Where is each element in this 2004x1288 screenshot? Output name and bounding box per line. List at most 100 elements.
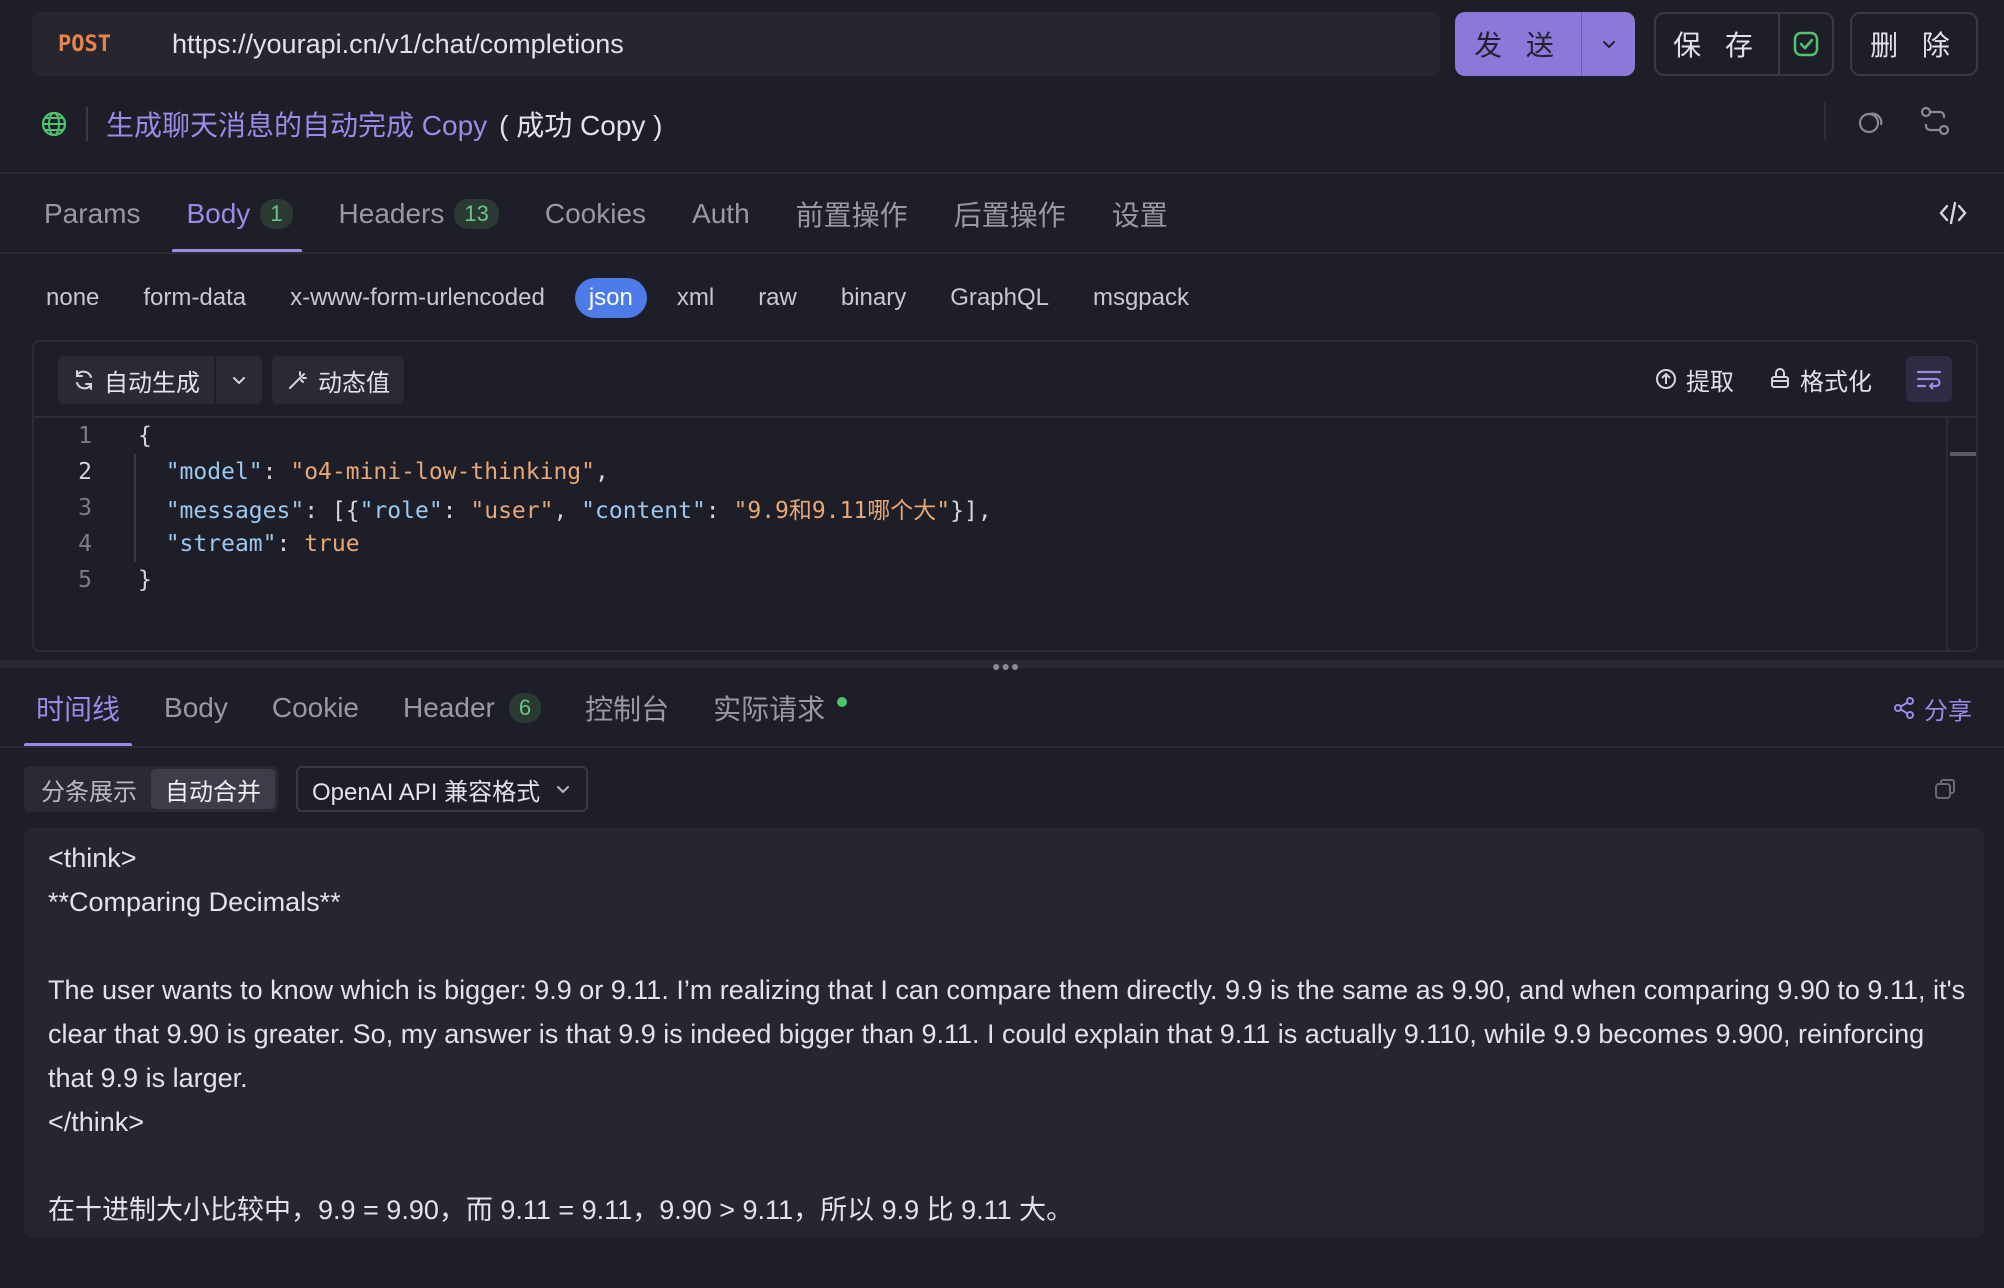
tab-pre-actions[interactable]: 前置操作 <box>796 190 908 238</box>
save-button[interactable]: 保 存 <box>1656 14 1778 74</box>
tab-headers-badge: 13 <box>454 199 499 229</box>
response-line <box>48 924 1968 968</box>
body-type-raw[interactable]: raw <box>744 278 811 318</box>
response-line: <think> <box>48 843 137 873</box>
share-button[interactable]: 分享 <box>1892 690 1972 726</box>
divider <box>0 746 2004 748</box>
tab-cookies[interactable]: Cookies <box>545 190 646 238</box>
response-tabs: 时间线 Body Cookie Header 6 控制台 实际请求 <box>36 684 891 732</box>
line-number: 5 <box>78 567 92 593</box>
drag-handle-icon[interactable]: ●●● <box>992 658 1020 674</box>
response-line: **Comparing Decimals** <box>48 887 341 917</box>
save-button-group: 保 存 <box>1654 12 1834 76</box>
send-dropdown-button[interactable] <box>1582 12 1635 76</box>
code-line: 4 "stream": true <box>34 526 992 562</box>
title-actions <box>1824 102 1952 140</box>
tab-auth[interactable]: Auth <box>692 190 750 238</box>
refresh-icon <box>76 370 92 390</box>
code-line: 5 } <box>34 562 992 598</box>
body-type-xml[interactable]: xml <box>663 278 728 318</box>
code-line: 3 "messages": [{"role": "user", "content… <box>34 490 992 526</box>
delete-button[interactable]: 删 除 <box>1850 12 1978 76</box>
tab-actual-request[interactable]: 实际请求 <box>713 684 848 732</box>
dynamic-value-button[interactable]: 动态值 <box>272 356 404 404</box>
request-name[interactable]: 生成聊天消息的自动完成 Copy <box>106 104 487 144</box>
extract-icon <box>1656 369 1676 389</box>
http-method[interactable]: POST <box>58 32 140 57</box>
indent-guide <box>134 454 136 562</box>
copy-icon <box>1935 779 1955 799</box>
send-button-group: 发 送 <box>1455 12 1635 76</box>
extract-button[interactable]: 提取 <box>1654 362 1734 397</box>
body-type-binary[interactable]: binary <box>827 278 920 318</box>
tab-timeline[interactable]: 时间线 <box>36 684 120 732</box>
code-view-button[interactable] <box>1938 198 1968 233</box>
tab-console[interactable]: 控制台 <box>585 684 669 732</box>
response-line <box>48 1144 1968 1188</box>
copy-button[interactable] <box>1932 776 1958 807</box>
tab-body-badge: 1 <box>260 199 293 229</box>
magic-wand-icon <box>289 371 307 389</box>
format-button[interactable]: 格式化 <box>1768 362 1872 397</box>
body-type-none[interactable]: none <box>32 278 113 318</box>
save-check-button[interactable] <box>1780 14 1832 74</box>
tab-settings[interactable]: 设置 <box>1112 190 1168 238</box>
tab-body[interactable]: Body 1 <box>186 190 293 238</box>
line-number: 1 <box>78 423 92 449</box>
tab-headers[interactable]: Headers 13 <box>339 190 499 238</box>
tab-post-actions[interactable]: 后置操作 <box>954 190 1066 238</box>
globe-icon <box>41 111 67 137</box>
checkbox-checked-icon <box>1793 31 1819 57</box>
url-bar[interactable]: POST https://yourapi.cn/v1/chat/completi… <box>32 12 1440 76</box>
tab-response-body[interactable]: Body <box>164 684 228 732</box>
response-line: The user wants to know which is bigger: … <box>48 975 1966 1093</box>
body-type-form-data[interactable]: form-data <box>129 278 260 318</box>
compare-icon[interactable] <box>1918 104 1952 138</box>
line-number: 3 <box>78 495 92 521</box>
body-type-json[interactable]: json <box>574 278 647 318</box>
tab-params[interactable]: Params <box>44 190 140 238</box>
body-type-graphql[interactable]: GraphQL <box>936 278 1063 318</box>
brush-icon <box>1771 368 1789 388</box>
wrap-lines-icon <box>1916 370 1942 390</box>
auto-generate-button[interactable]: 自动生成 <box>58 356 214 404</box>
line-number: 2 <box>78 459 92 485</box>
body-type-msgpack[interactable]: msgpack <box>1079 278 1203 318</box>
format-select[interactable]: OpenAI API 兼容格式 <box>296 766 589 812</box>
body-type-selector: none form-data x-www-form-urlencoded jso… <box>32 276 1219 320</box>
request-status: ( 成功 Copy ) <box>499 110 663 141</box>
editor-actions: 提取 格式化 <box>1654 356 1952 402</box>
display-mode-toggle: 分条展示 自动合并 <box>24 766 278 812</box>
chevron-down-icon <box>557 786 570 794</box>
request-title-row: 生成聊天消息的自动完成 Copy ( 成功 Copy ) <box>40 104 663 144</box>
scrollbar-marker <box>1950 452 1976 456</box>
code-line: 1 { <box>34 418 992 454</box>
send-button[interactable]: 发 送 <box>1455 12 1581 76</box>
response-text: <think> **Comparing Decimals** The user … <box>48 836 1968 1232</box>
status-dot <box>837 697 848 707</box>
body-type-urlencoded[interactable]: x-www-form-urlencoded <box>276 278 559 318</box>
request-tabs: Params Body 1 Headers 13 Cookies Auth 前置操作… <box>44 190 1214 238</box>
code-icon <box>1939 201 1967 225</box>
split-view-option[interactable]: 分条展示 <box>27 769 151 809</box>
auto-merge-option[interactable]: 自动合并 <box>151 769 275 809</box>
editor-toolbar: 自动生成 动态值 <box>58 356 404 404</box>
code-lines[interactable]: 1 { 2 "model": "o4-mini-low-thinking", 3… <box>34 418 992 598</box>
share-icon <box>1894 697 1914 719</box>
divider <box>0 172 2004 174</box>
tab-response-header[interactable]: Header 6 <box>403 684 542 732</box>
code-line: 2 "model": "o4-mini-low-thinking", <box>34 454 992 490</box>
share-copy-icon[interactable] <box>1856 105 1888 137</box>
chevron-down-icon <box>233 377 245 385</box>
divider <box>0 252 2004 254</box>
chevron-down-icon <box>1602 41 1615 49</box>
tab-response-cookie[interactable]: Cookie <box>272 684 359 732</box>
url-input[interactable]: https://yourapi.cn/v1/chat/completions <box>172 29 624 60</box>
auto-generate-dropdown[interactable] <box>216 356 262 404</box>
line-number: 4 <box>78 531 92 557</box>
response-line: 在十进制大小比较中，9.9 = 9.90，而 9.11 = 9.11，9.90 … <box>48 1195 1074 1225</box>
auto-generate-group: 自动生成 <box>58 356 262 404</box>
tab-header-badge: 6 <box>508 693 542 723</box>
response-line: </think> <box>48 1107 145 1137</box>
word-wrap-toggle[interactable] <box>1906 356 1952 402</box>
